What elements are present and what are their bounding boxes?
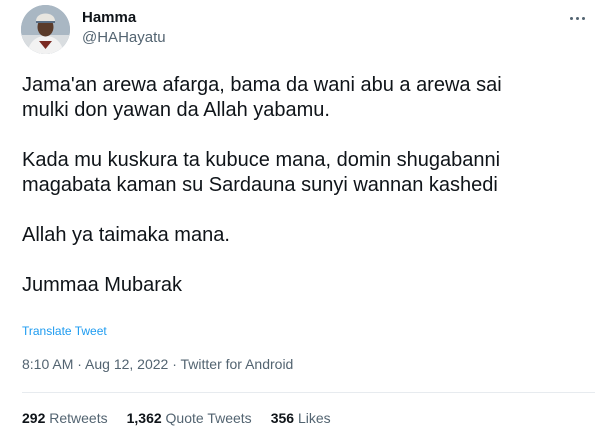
- quote-tweets-stat[interactable]: 1,362 Quote Tweets: [127, 410, 252, 426]
- tweet-text: Jama'an arewa afarga, bama da wani abu a…: [22, 73, 587, 298]
- retweets-label: Retweets: [49, 410, 108, 426]
- likes-stat[interactable]: 356 Likes: [271, 410, 331, 426]
- quote-tweets-count: 1,362: [126, 410, 162, 426]
- tweet-paragraph: Allah ya taimaka mana.: [22, 224, 230, 246]
- retweets-stat[interactable]: 292 Retweets: [22, 410, 108, 426]
- avatar[interactable]: [21, 5, 70, 54]
- engagement-stats: 292 Retweets 1,362 Quote Tweets 356 Like…: [22, 410, 350, 426]
- more-options-button[interactable]: [566, 10, 588, 26]
- tweet-paragraph: Jummaa Mubarak: [22, 274, 183, 296]
- tweet-paragraph: Kada mu kuskura ta kubuce mana, domin sh…: [22, 149, 501, 196]
- tweet-paragraph: Jama'an arewa afarga, bama da wani abu a…: [22, 74, 502, 121]
- more-horizontal-icon: [569, 16, 573, 20]
- quote-tweets-label: Quote Tweets: [165, 410, 252, 426]
- divider: [22, 392, 595, 393]
- author-handle[interactable]: @HAHayatu: [82, 29, 166, 46]
- avatar-image: [21, 5, 70, 54]
- likes-count: 356: [270, 410, 295, 426]
- tweet-timestamp[interactable]: 8:10 AM · Aug 12, 2022 · Twitter for And…: [22, 356, 293, 372]
- author-display-name[interactable]: Hamma: [82, 9, 136, 26]
- tweet: Hamma @HAHayatu Jama'an arewa afarga, ba…: [0, 0, 595, 437]
- translate-tweet-link[interactable]: Translate Tweet: [22, 324, 107, 338]
- likes-label: Likes: [297, 410, 331, 426]
- retweets-count: 292: [22, 410, 46, 426]
